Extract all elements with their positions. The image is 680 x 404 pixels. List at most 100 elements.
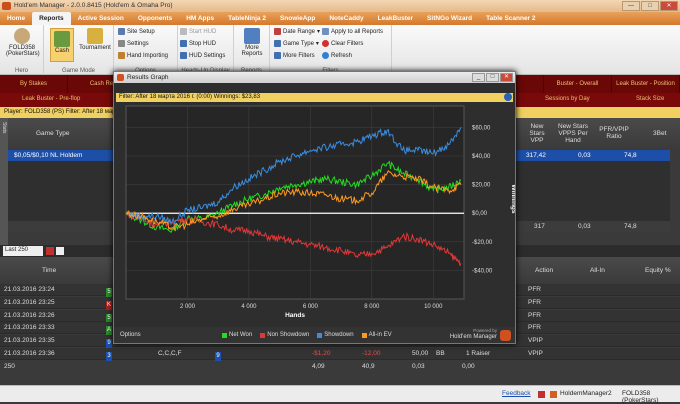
menu-active-session[interactable]: Active Session <box>71 12 131 25</box>
legend-item: All-in EV <box>361 332 392 338</box>
legend-item: Net Won <box>222 332 252 338</box>
brand-holdem-manager: Hold'em Manager <box>449 334 497 340</box>
site-setup-icon <box>118 28 125 35</box>
results-graph-window[interactable]: Results Graph _ □ ✕ Filter: After 18 мap… <box>113 71 516 344</box>
col-action[interactable]: Action <box>535 267 553 274</box>
table-row[interactable]: 21.03.2016 23:36A3C,C,C,F6K29-$1,20-12,0… <box>0 348 680 361</box>
stop-hud-icon <box>180 40 187 47</box>
col-game-type[interactable]: Game Type <box>36 130 69 137</box>
graph-title: Results Graph <box>127 74 169 81</box>
calendar-icon <box>274 28 281 35</box>
hand-actions: C,C,C,F <box>158 350 182 357</box>
window-title: Hold'em Manager - 2.0.0.8415 (Hold'em & … <box>14 2 173 9</box>
menu-sitngo-wizard[interactable]: SitNGo Wizard <box>420 12 479 25</box>
apply-all-button[interactable]: Apply to all Reports <box>322 28 383 35</box>
tab-leak-buster-preflop[interactable]: Leak Buster - Pre-flop <box>22 96 80 102</box>
tab-9[interactable]: Leak Buster - Position <box>612 75 680 93</box>
x-tick-label: 4 000 <box>241 304 257 310</box>
minimize-button[interactable]: — <box>622 1 640 11</box>
tab-0[interactable]: By Stakes <box>0 75 68 93</box>
status-app[interactable]: HoldemManager2 <box>560 390 612 397</box>
filter-icon <box>274 52 281 59</box>
stop-hud-button[interactable]: Stop HUD <box>180 40 216 47</box>
col-3bet[interactable]: 3Bet <box>653 130 666 137</box>
chevron-down-icon: ▾ <box>317 29 321 35</box>
hero-button[interactable]: FOLD358 (PokerStars) <box>6 28 40 57</box>
col-pfr-vpip[interactable]: PFR/VPIP Ratio <box>596 126 632 140</box>
y-tick-label: $20,00 <box>472 183 491 189</box>
start-hud-button[interactable]: Start HUD <box>180 28 216 35</box>
hud-group: Start HUD Stop HUD HUD Settings Heads-Up… <box>178 25 234 75</box>
clear-filters-button[interactable]: Clear Filters <box>322 40 363 47</box>
graph-close-button[interactable]: ✕ <box>500 73 513 82</box>
graph-options-button[interactable]: Options <box>120 332 141 338</box>
main-menu: Home Reports Active Session Opponents HM App… <box>0 12 680 25</box>
settings-button[interactable]: Settings <box>118 40 149 47</box>
col-new-stars-vpp[interactable]: New Stars VPP <box>523 123 551 144</box>
tab-stack-size[interactable]: Stack Size <box>636 96 664 102</box>
more-filters-button[interactable]: More Filters <box>274 52 315 59</box>
tab-8[interactable]: Buster - Overall <box>544 75 612 93</box>
menu-hm-apps[interactable]: HM Apps <box>179 12 221 25</box>
maximize-button[interactable]: □ <box>641 1 659 11</box>
refresh-button[interactable]: Refresh <box>322 52 352 59</box>
y-tick-label: -$40,00 <box>472 268 493 274</box>
legend-label: Showdown <box>324 332 354 338</box>
ribbon: FOLD358 (PokerStars) Hero Cash Tournamen… <box>0 25 680 75</box>
site-setup-button[interactable]: Site Setup <box>118 28 155 35</box>
legend-item: Showdown <box>317 332 354 338</box>
delete-icon[interactable] <box>46 247 54 255</box>
cash-button[interactable]: Cash <box>50 28 74 62</box>
graph-filter-bar: Filter: After 18 мapтa 2016 г. (0:00) Wi… <box>116 93 513 102</box>
menu-reports[interactable]: Reports <box>32 12 71 25</box>
hero-site: (PokerStars) <box>6 51 40 57</box>
x-tick-label: 8 000 <box>364 304 380 310</box>
x-tick-label: 10 000 <box>424 304 443 310</box>
y-tick-label: $0,00 <box>472 211 488 217</box>
game-type-button[interactable]: Game Type ▾ <box>274 40 319 47</box>
last-hands-select[interactable]: Last 250 <box>3 246 43 256</box>
legend-label: Net Won <box>229 332 253 338</box>
hud-settings-button[interactable]: HUD Settings <box>180 52 225 59</box>
menu-table-scanner-2[interactable]: Table Scanner 2 <box>479 12 542 25</box>
hand-importing-button[interactable]: Hand Importing <box>118 52 168 59</box>
close-button[interactable]: ✕ <box>660 1 678 11</box>
col-equity[interactable]: Equity % <box>645 267 671 274</box>
menu-notecaddy[interactable]: NoteCaddy <box>322 12 370 25</box>
hand-importing-label: Hand Importing <box>127 52 169 59</box>
graph-icon <box>117 74 124 81</box>
hole-card: 5 <box>106 288 112 297</box>
date-range-button[interactable]: Date Range ▾ <box>274 28 320 35</box>
stats-label: Stats <box>1 122 7 134</box>
graph-footer: Options Net Won Non Showdown Showdown All-i… <box>114 327 515 343</box>
menu-snowieapp[interactable]: SnowieApp <box>273 12 322 25</box>
menu-tableninja-2[interactable]: TableNinja 2 <box>221 12 273 25</box>
feedback-link[interactable]: Feedback <box>502 390 531 397</box>
menu-leakbuster[interactable]: LeakBuster <box>371 12 420 25</box>
stats-strip[interactable]: Stats <box>0 118 8 245</box>
menu-opponents[interactable]: Opponents <box>131 12 179 25</box>
replay-icon[interactable] <box>56 247 64 255</box>
col-time[interactable]: Time <box>42 267 56 274</box>
footer-c: 0,03 <box>412 363 425 370</box>
graph-titlebar[interactable]: Results Graph _ □ ✕ <box>114 72 515 83</box>
hero-group-label: Hero <box>14 68 28 74</box>
more-reports-button[interactable]: More Reports <box>237 28 267 57</box>
tournament-button[interactable]: Tournament <box>78 28 112 51</box>
graph-filter-toggle-icon[interactable] <box>504 93 512 101</box>
app-logo-icon <box>2 2 11 10</box>
graph-maximize-button[interactable]: □ <box>486 73 499 82</box>
brand-powered-by: Powered by <box>473 328 497 333</box>
total-vpps: 0,03 <box>578 223 591 230</box>
menu-home[interactable]: Home <box>0 12 32 25</box>
chevron-down-icon: ▾ <box>315 41 319 47</box>
graph-minimize-button[interactable]: _ <box>472 73 485 82</box>
col-allin[interactable]: All-In <box>590 267 605 274</box>
game-mode-group-label: Game Mode <box>61 68 95 74</box>
col-new-stars-vpps[interactable]: New Stars VPPS Per Hand <box>553 123 593 144</box>
hand-action: PFR <box>528 311 541 319</box>
y-tick-label: -$20,00 <box>472 240 493 246</box>
footer-a: 4,09 <box>312 363 325 370</box>
tab-sessions-by-day[interactable]: Sessions by Day <box>545 96 590 102</box>
clear-filters-label: Clear Filters <box>331 40 364 47</box>
